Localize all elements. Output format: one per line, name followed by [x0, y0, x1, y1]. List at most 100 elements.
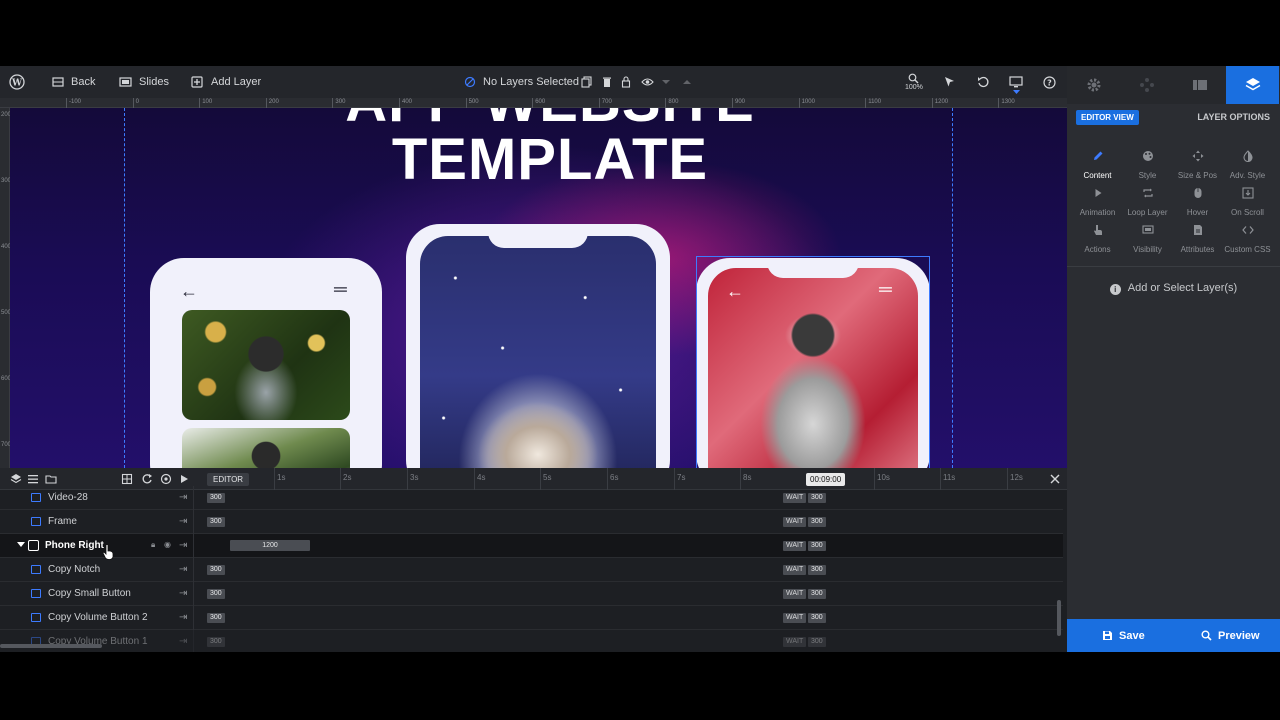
slides-button[interactable]: Slides: [119, 66, 169, 98]
layer-row-frame[interactable]: Frame ⇥ 300 WAIT 300: [0, 510, 1063, 534]
device-desktop-button[interactable]: [1009, 66, 1023, 98]
expand-arrow-icon[interactable]: ⇥: [179, 612, 187, 623]
expand-arrow-icon[interactable]: ⇥: [179, 636, 187, 647]
timeline-editor-chip[interactable]: EDITOR: [207, 473, 250, 486]
help-button[interactable]: ?: [1043, 66, 1056, 98]
phone-center[interactable]: [406, 224, 670, 468]
snap-icon[interactable]: [121, 473, 133, 485]
distribute-button[interactable]: [682, 66, 692, 98]
wait-chip[interactable]: WAIT: [783, 637, 807, 647]
headline-main[interactable]: TEMPLATE: [10, 126, 1067, 193]
save-bar: Save Preview: [1067, 619, 1280, 652]
end-duration[interactable]: 300: [808, 517, 826, 527]
delete-button[interactable]: [602, 66, 612, 98]
ruler-tick: 1200: [931, 98, 948, 108]
end-duration[interactable]: 300: [808, 589, 826, 599]
option-size-pos[interactable]: Size & Pos: [1171, 150, 1224, 184]
reset-icon[interactable]: [160, 473, 172, 485]
add-layer-button[interactable]: Add Layer: [191, 66, 261, 98]
option-adv-style[interactable]: Adv. Style: [1221, 150, 1274, 184]
zoom-control[interactable]: 100%: [905, 66, 923, 98]
expand-arrow-icon[interactable]: ⇥: [179, 540, 187, 551]
ruler-tick: 600: [532, 98, 545, 108]
end-duration[interactable]: 300: [808, 493, 826, 503]
layer-row-copy-volume-button-2[interactable]: Copy Volume Button 2 ⇥ 300 WAIT 300: [0, 606, 1063, 630]
expand-arrow-icon[interactable]: ⇥: [179, 516, 187, 527]
phone-right[interactable]: ← ═: [696, 258, 930, 468]
lock-icon[interactable]: 🔒︎: [151, 540, 155, 550]
tab-navigation[interactable]: [1120, 66, 1173, 104]
end-duration[interactable]: 300: [808, 541, 826, 551]
expand-arrow-icon[interactable]: ⇥: [179, 492, 187, 503]
tab-slide-options[interactable]: [1173, 66, 1226, 104]
option-hover[interactable]: Hover: [1171, 187, 1224, 221]
duplicate-button[interactable]: [581, 66, 592, 98]
play-icon[interactable]: [178, 473, 190, 485]
wait-chip[interactable]: WAIT: [783, 589, 807, 599]
phone-left[interactable]: ← ═: [150, 258, 382, 468]
expand-arrow-icon[interactable]: ⇥: [179, 564, 187, 575]
layer-row-phone-right[interactable]: Phone Right 🔒︎ ◉ ⇥ 1200 WAIT 300: [0, 534, 1063, 560]
start-duration[interactable]: 300: [207, 613, 225, 623]
eye-icon[interactable]: ◉: [164, 540, 171, 549]
mouse-icon: [1194, 188, 1201, 198]
wait-chip[interactable]: WAIT: [783, 613, 807, 623]
select-tool-button[interactable]: [944, 66, 955, 98]
row-divider: [193, 630, 194, 652]
layer-row-video-28[interactable]: Video-28 ⇥ 300 WAIT 300: [0, 486, 1063, 510]
option-style[interactable]: Style: [1121, 150, 1174, 184]
option-visibility[interactable]: Visibility: [1121, 224, 1174, 258]
tab-layer-options[interactable]: [1226, 66, 1279, 104]
loop-icon: [1142, 188, 1153, 198]
slides-icon: [119, 77, 132, 87]
start-duration[interactable]: 300: [207, 517, 225, 527]
top-toolbar: W Back Slides Add Layer No Layers Select…: [0, 66, 1067, 98]
option-custom-css[interactable]: Custom CSS: [1221, 224, 1274, 258]
option-label: Style: [1138, 171, 1157, 180]
current-time[interactable]: 00:09:00: [806, 473, 846, 486]
layer-row-copy-notch[interactable]: Copy Notch ⇥ 300 WAIT 300: [0, 558, 1063, 582]
end-duration[interactable]: 300: [808, 613, 826, 623]
close-icon[interactable]: [1049, 473, 1061, 485]
lock-button[interactable]: [621, 66, 631, 98]
folder-icon[interactable]: [45, 473, 57, 485]
option-content[interactable]: Content: [1071, 150, 1124, 184]
save-icon: [1103, 631, 1112, 640]
start-duration[interactable]: 300: [207, 589, 225, 599]
wordpress-logo-button[interactable]: W: [9, 66, 25, 98]
start-duration[interactable]: 300: [207, 565, 225, 575]
visibility-toggle[interactable]: [641, 66, 654, 98]
option-actions[interactable]: Actions: [1071, 224, 1124, 258]
expand-arrow-icon[interactable]: ⇥: [179, 588, 187, 599]
start-duration[interactable]: 300: [207, 637, 225, 647]
back-button[interactable]: Back: [52, 66, 95, 98]
wait-chip[interactable]: WAIT: [783, 541, 807, 551]
slide-canvas[interactable]: APP WEBSITE TEMPLATE ← ═ ← ═: [10, 108, 1067, 468]
layer-row-copy-small-button[interactable]: Copy Small Button ⇥ 300 WAIT 300: [0, 582, 1063, 606]
layer-row-copy-volume-button-1[interactable]: Copy Volume Button 1 ⇥ 300 WAIT 300: [0, 630, 1063, 652]
layers-icon[interactable]: [10, 473, 22, 485]
collapse-caret-icon[interactable]: [17, 542, 25, 547]
option-loop-layer[interactable]: Loop Layer: [1121, 187, 1174, 221]
group-duration-bar[interactable]: 1200: [230, 540, 310, 551]
align-button[interactable]: [661, 66, 671, 98]
tab-slider-settings[interactable]: [1067, 66, 1120, 104]
end-duration[interactable]: 300: [808, 637, 826, 647]
editor-view-button[interactable]: EDITOR VIEW: [1076, 110, 1139, 125]
preview-button[interactable]: Preview: [1201, 619, 1260, 652]
end-duration[interactable]: 300: [808, 565, 826, 575]
option-animation[interactable]: Animation: [1071, 187, 1124, 221]
wait-chip[interactable]: WAIT: [783, 493, 807, 503]
undo-button[interactable]: [977, 66, 989, 98]
option-attributes[interactable]: Attributes: [1171, 224, 1224, 258]
start-duration[interactable]: 300: [207, 493, 225, 503]
timeline-horizontal-scrollbar[interactable]: [0, 644, 102, 648]
wait-chip[interactable]: WAIT: [783, 565, 807, 575]
list-icon[interactable]: [27, 473, 39, 485]
option-on-scroll[interactable]: On Scroll: [1221, 187, 1274, 221]
timeline-vertical-scrollbar[interactable]: [1057, 600, 1061, 636]
save-button[interactable]: Save: [1102, 619, 1145, 652]
wait-chip[interactable]: WAIT: [783, 517, 807, 527]
zoom-icon: [909, 73, 919, 84]
rewind-icon[interactable]: [141, 473, 153, 485]
